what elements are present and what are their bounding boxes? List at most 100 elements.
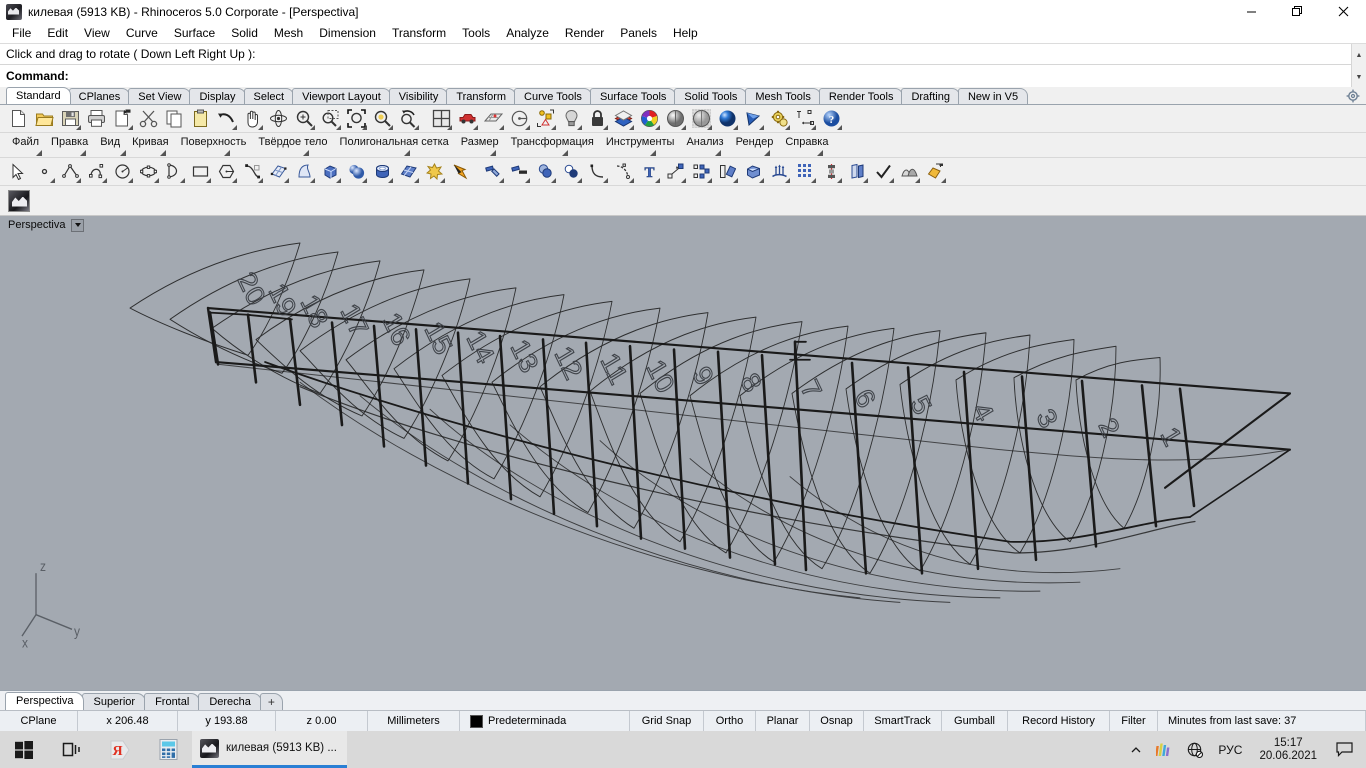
paste-icon[interactable]: [188, 107, 212, 131]
maximize-restore-button[interactable]: [1274, 0, 1320, 23]
flat-shade-icon[interactable]: [741, 107, 765, 131]
viewport-tab-frontal[interactable]: Frontal: [144, 693, 201, 710]
calculator-icon[interactable]: [144, 731, 192, 768]
arc-icon[interactable]: [162, 160, 186, 184]
menu-item-file[interactable]: File: [4, 24, 39, 42]
print-icon[interactable]: [84, 107, 108, 131]
menu-item-dimension[interactable]: Dimension: [311, 24, 384, 42]
cap-holes-icon[interactable]: [741, 160, 765, 184]
scale-icon[interactable]: [663, 160, 687, 184]
surface-patch-icon[interactable]: [396, 160, 420, 184]
gear-icon[interactable]: [1346, 89, 1360, 103]
toolbar-tab-select[interactable]: Select: [243, 88, 295, 104]
toolbar-tab-mesh-tools[interactable]: Mesh Tools: [745, 88, 821, 104]
toolbar-tab-set-view[interactable]: Set View: [128, 88, 192, 104]
menu-item-transform[interactable]: Transform: [384, 24, 454, 42]
minimize-button[interactable]: [1228, 0, 1274, 23]
menu-item-panels[interactable]: Panels: [612, 24, 665, 42]
zoom-extents-icon[interactable]: [344, 107, 368, 131]
menu-item-render[interactable]: Render: [557, 24, 612, 42]
toggle-record-history[interactable]: Record History: [1008, 711, 1110, 731]
control-point-curve-icon[interactable]: [240, 160, 264, 184]
toolbar-tab-visibility[interactable]: Visibility: [388, 88, 449, 104]
toggle-planar[interactable]: Planar: [756, 711, 810, 731]
undo-icon[interactable]: [214, 107, 238, 131]
cplane-grid-icon[interactable]: [481, 107, 505, 131]
menu-item-edit[interactable]: Edit: [39, 24, 76, 42]
toggle-gumball[interactable]: Gumball: [942, 711, 1008, 731]
lock-icon[interactable]: [585, 107, 609, 131]
extrude-curve-icon[interactable]: [767, 160, 791, 184]
open-folder-icon[interactable]: [32, 107, 56, 131]
toggle-ortho[interactable]: Ortho: [704, 711, 756, 731]
toolbar-tab-transform[interactable]: Transform: [446, 88, 517, 104]
menu-item-analyze[interactable]: Analyze: [498, 24, 557, 42]
trim-icon[interactable]: [481, 160, 505, 184]
close-button[interactable]: [1320, 0, 1366, 23]
help-icon[interactable]: ?: [819, 107, 843, 131]
toolbar-tab-new-in-v5[interactable]: New in V5: [957, 88, 1029, 104]
color-wheel-icon[interactable]: [637, 107, 661, 131]
toggle-smarttrack[interactable]: SmartTrack: [864, 711, 942, 731]
set-cplane-icon[interactable]: [507, 107, 531, 131]
box-icon[interactable]: [318, 160, 342, 184]
light-bulb-icon[interactable]: [559, 107, 583, 131]
rendered-sphere-icon[interactable]: [715, 107, 739, 131]
russian-menu-item-10[interactable]: Инструменты: [600, 135, 681, 157]
rectangular-array-icon[interactable]: [793, 160, 817, 184]
copy-icon[interactable]: [162, 107, 186, 131]
toolbar-tab-curve-tools[interactable]: Curve Tools: [514, 88, 592, 104]
viewport-tab-derecha[interactable]: Derecha: [198, 693, 262, 710]
extrude-surface-icon[interactable]: [292, 160, 316, 184]
menu-item-curve[interactable]: Curve: [118, 24, 166, 42]
split-icon[interactable]: [507, 160, 531, 184]
russian-menu-item-6[interactable]: Твёрдое тело: [252, 135, 333, 157]
viewport-tab-perspectiva[interactable]: Perspectiva: [5, 692, 85, 710]
curve-icon[interactable]: [84, 160, 108, 184]
array-icon[interactable]: [689, 160, 713, 184]
zoom-selected-icon[interactable]: [370, 107, 394, 131]
viewport-layout-icon[interactable]: [429, 107, 453, 131]
taskbar-clock[interactable]: 15:17 20.06.2021: [1251, 731, 1325, 768]
cut-scissors-icon[interactable]: [136, 107, 160, 131]
layer-status[interactable]: Predeterminada: [460, 711, 630, 731]
menu-item-mesh[interactable]: Mesh: [266, 24, 311, 42]
layers-icon[interactable]: [611, 107, 635, 131]
command-scrollbar[interactable]: ▲ ▼: [1351, 44, 1366, 88]
toolbar-tab-solid-tools[interactable]: Solid Tools: [674, 88, 748, 104]
chevron-up-icon[interactable]: [1124, 731, 1148, 768]
linear-dimension-icon[interactable]: [819, 160, 843, 184]
mirror-icon[interactable]: [715, 160, 739, 184]
layer-color-swatch[interactable]: [470, 714, 483, 728]
text-icon[interactable]: T: [637, 160, 661, 184]
russian-menu-item-9[interactable]: Трансформация: [505, 135, 600, 157]
polygon-icon[interactable]: [214, 160, 238, 184]
toolbar-tab-display[interactable]: Display: [189, 88, 246, 104]
russian-menu-item-4[interactable]: Кривая: [126, 135, 174, 157]
fillet-icon[interactable]: [585, 160, 609, 184]
viewport-tab-superior[interactable]: Superior: [82, 693, 147, 710]
menu-item-help[interactable]: Help: [665, 24, 706, 42]
equalizer-icon[interactable]: [1150, 731, 1179, 768]
notification-icon[interactable]: [1327, 731, 1362, 768]
perspective-viewport[interactable]: Perspectiva 20 19 18 17 16 15 14 13 12 1…: [0, 216, 1366, 690]
russian-menu-item-12[interactable]: Рендер: [730, 135, 780, 157]
dimension-icon[interactable]: [793, 107, 817, 131]
windows-start-icon[interactable]: [0, 731, 48, 768]
chevron-down-icon[interactable]: [71, 218, 85, 232]
zoom-in-icon[interactable]: [292, 107, 316, 131]
copy-to-clipboard-icon[interactable]: [110, 107, 134, 131]
lightning-icon[interactable]: [448, 160, 472, 184]
pan-hand-icon[interactable]: [240, 107, 264, 131]
units-status[interactable]: Millimeters: [368, 711, 460, 731]
menu-item-tools[interactable]: Tools: [454, 24, 498, 42]
toggle-filter[interactable]: Filter: [1110, 711, 1158, 731]
rotate-view-icon[interactable]: [266, 107, 290, 131]
options-gear-icon[interactable]: [767, 107, 791, 131]
menu-item-solid[interactable]: Solid: [223, 24, 266, 42]
toolbar-tab-cplanes[interactable]: CPlanes: [68, 88, 131, 104]
russian-menu-item-7[interactable]: Полигональная сетка: [334, 135, 455, 157]
russian-menu-item-13[interactable]: Справка: [779, 135, 834, 157]
toggle-osnap[interactable]: Osnap: [810, 711, 864, 731]
shaded-sphere-icon[interactable]: [663, 107, 687, 131]
